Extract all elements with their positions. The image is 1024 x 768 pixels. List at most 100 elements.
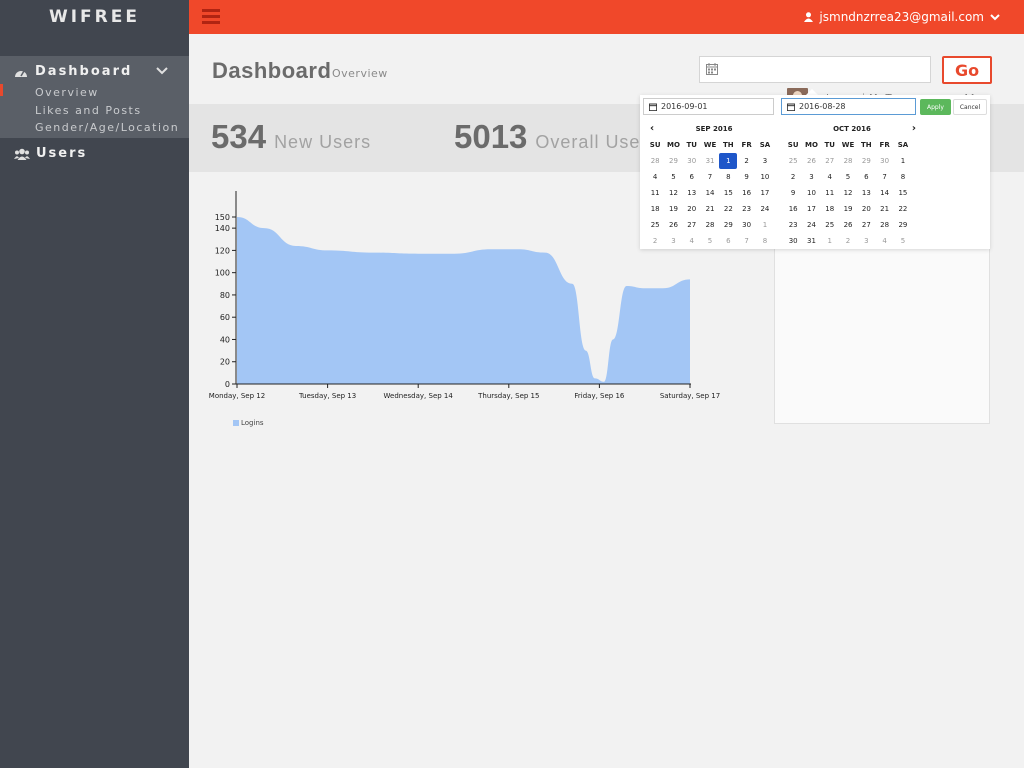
- calendar-day[interactable]: 19: [664, 201, 682, 217]
- sidebar-item-dashboard[interactable]: Dashboard: [14, 64, 175, 79]
- calendar-day[interactable]: 17: [802, 201, 820, 217]
- calendar-day[interactable]: 19: [839, 201, 857, 217]
- date-range-input[interactable]: [699, 56, 931, 83]
- calendar-day[interactable]: 2: [737, 153, 755, 169]
- cancel-button[interactable]: Cancel: [953, 99, 987, 115]
- user-menu[interactable]: jsmndnzrrea23@gmail.com: [804, 10, 1006, 24]
- calendar-day[interactable]: 21: [875, 201, 893, 217]
- calendar-day[interactable]: 1: [756, 217, 774, 233]
- calendar-day[interactable]: 1: [821, 233, 839, 249]
- calendar-day[interactable]: 8: [719, 169, 737, 185]
- calendar-day[interactable]: 8: [756, 233, 774, 249]
- calendar-day[interactable]: 30: [683, 153, 701, 169]
- calendar-day[interactable]: 6: [683, 169, 701, 185]
- calendar-day[interactable]: 31: [701, 153, 719, 169]
- calendar-day[interactable]: 3: [664, 233, 682, 249]
- calendar-day[interactable]: 6: [857, 169, 875, 185]
- calendar-day[interactable]: 2: [839, 233, 857, 249]
- calendar-day[interactable]: 10: [756, 169, 774, 185]
- calendar-day[interactable]: 18: [821, 201, 839, 217]
- calendar-day[interactable]: 3: [756, 153, 774, 169]
- calendar-day[interactable]: 12: [664, 185, 682, 201]
- calendar-day[interactable]: 31: [802, 233, 820, 249]
- calendar-day[interactable]: 1: [894, 153, 912, 169]
- calendar-day[interactable]: 28: [701, 217, 719, 233]
- calendar-day[interactable]: 12: [839, 185, 857, 201]
- calendar-day[interactable]: 20: [857, 201, 875, 217]
- calendar-day[interactable]: 5: [839, 169, 857, 185]
- calendar-day[interactable]: 9: [784, 185, 802, 201]
- calendar-day[interactable]: 28: [875, 217, 893, 233]
- next-month-icon[interactable]: ›: [912, 121, 916, 137]
- calendar-day[interactable]: 30: [875, 153, 893, 169]
- calendar-day[interactable]: 4: [821, 169, 839, 185]
- prev-month-icon[interactable]: ‹: [650, 121, 654, 137]
- calendar-day[interactable]: 3: [802, 169, 820, 185]
- sidebar-subitem-demographics[interactable]: Gender/Age/Location: [35, 121, 179, 134]
- calendar-day[interactable]: 9: [737, 169, 755, 185]
- start-date-input[interactable]: 2016-09-01: [643, 98, 774, 115]
- calendar-day[interactable]: 23: [784, 217, 802, 233]
- calendar-day[interactable]: 14: [701, 185, 719, 201]
- calendar-day[interactable]: 17: [756, 185, 774, 201]
- calendar-day[interactable]: 7: [875, 169, 893, 185]
- calendar-day[interactable]: 20: [683, 201, 701, 217]
- calendar-day[interactable]: 29: [894, 217, 912, 233]
- calendar-day[interactable]: 25: [646, 217, 664, 233]
- calendar-day[interactable]: 16: [784, 201, 802, 217]
- sidebar-subitem-overview[interactable]: Overview: [35, 86, 99, 99]
- chevron-down-icon[interactable]: [156, 64, 168, 76]
- calendar-day[interactable]: 28: [646, 153, 664, 169]
- calendar-day[interactable]: 27: [821, 153, 839, 169]
- calendar-day[interactable]: 3: [857, 233, 875, 249]
- calendar-day[interactable]: 23: [737, 201, 755, 217]
- calendar-day[interactable]: 14: [875, 185, 893, 201]
- calendar-day[interactable]: 2: [646, 233, 664, 249]
- sidebar-item-users[interactable]: Users: [14, 146, 87, 161]
- end-date-input[interactable]: 2016-08-28: [781, 98, 916, 115]
- calendar-day[interactable]: 28: [839, 153, 857, 169]
- calendar-day[interactable]: 13: [857, 185, 875, 201]
- calendar-day[interactable]: 25: [821, 217, 839, 233]
- calendar-day[interactable]: 29: [857, 153, 875, 169]
- calendar-day[interactable]: 21: [701, 201, 719, 217]
- calendar-day[interactable]: 24: [802, 217, 820, 233]
- menu-icon[interactable]: [202, 9, 220, 24]
- calendar-day[interactable]: 24: [756, 201, 774, 217]
- sidebar-subitem-likes-posts[interactable]: Likes and Posts: [35, 104, 142, 117]
- calendar-day[interactable]: 30: [737, 217, 755, 233]
- calendar-day[interactable]: 7: [737, 233, 755, 249]
- calendar-day[interactable]: 8: [894, 169, 912, 185]
- calendar-day[interactable]: 26: [802, 153, 820, 169]
- calendar-day[interactable]: 4: [683, 233, 701, 249]
- calendar-day[interactable]: 1: [719, 153, 738, 169]
- calendar-day[interactable]: 15: [894, 185, 912, 201]
- calendar-day[interactable]: 7: [701, 169, 719, 185]
- calendar-day[interactable]: 13: [683, 185, 701, 201]
- calendar-day[interactable]: 22: [894, 201, 912, 217]
- calendar-day[interactable]: 15: [719, 185, 737, 201]
- go-button[interactable]: Go: [942, 56, 992, 84]
- calendar-day[interactable]: 5: [894, 233, 912, 249]
- calendar-day[interactable]: 29: [719, 217, 737, 233]
- calendar-day[interactable]: 26: [664, 217, 682, 233]
- calendar-day[interactable]: 6: [719, 233, 737, 249]
- app-logo[interactable]: WIFREE: [0, 0, 189, 34]
- calendar-day[interactable]: 30: [784, 233, 802, 249]
- calendar-day[interactable]: 22: [719, 201, 737, 217]
- calendar-day[interactable]: 5: [701, 233, 719, 249]
- calendar-day[interactable]: 11: [821, 185, 839, 201]
- calendar-day[interactable]: 25: [784, 153, 802, 169]
- calendar-day[interactable]: 27: [857, 217, 875, 233]
- apply-button[interactable]: Apply: [920, 99, 951, 115]
- calendar-day[interactable]: 4: [646, 169, 664, 185]
- calendar-day[interactable]: 4: [875, 233, 893, 249]
- calendar-day[interactable]: 5: [664, 169, 682, 185]
- calendar-day[interactable]: 2: [784, 169, 802, 185]
- calendar-day[interactable]: 26: [839, 217, 857, 233]
- calendar-day[interactable]: 27: [683, 217, 701, 233]
- calendar-day[interactable]: 18: [646, 201, 664, 217]
- calendar-day[interactable]: 16: [737, 185, 755, 201]
- calendar-day[interactable]: 29: [664, 153, 682, 169]
- calendar-day[interactable]: 10: [802, 185, 820, 201]
